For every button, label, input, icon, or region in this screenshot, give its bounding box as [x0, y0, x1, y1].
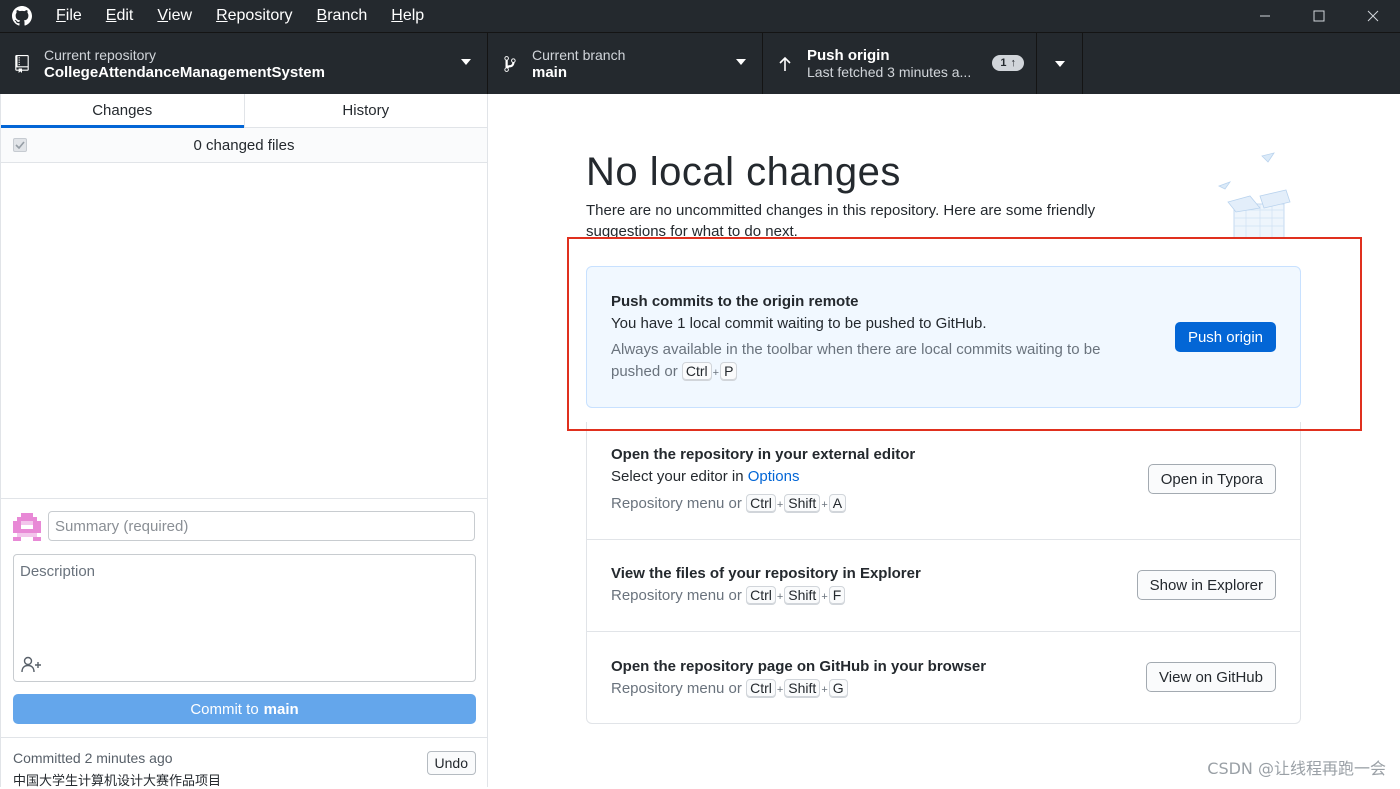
menu-view[interactable]: View	[145, 0, 204, 32]
page-subtitle: There are no uncommitted changes in this…	[586, 200, 1146, 242]
push-suggestion-card: Push commits to the origin remote You ha…	[586, 266, 1301, 408]
shortcut-key: Shift	[784, 679, 820, 698]
shortcut-key: Ctrl	[746, 679, 776, 698]
undo-button[interactable]: Undo	[427, 751, 476, 775]
shortcut-key: Ctrl	[746, 494, 776, 513]
show-in-explorer-button[interactable]: Show in Explorer	[1137, 570, 1276, 600]
push-card-title: Push commits to the origin remote	[611, 293, 859, 310]
checkmark-icon	[15, 141, 25, 149]
tab-changes[interactable]: Changes	[1, 94, 244, 127]
menu-file[interactable]: File	[44, 0, 94, 32]
chevron-down-icon	[461, 59, 471, 65]
github-row-hint: Repository menu or Ctrl+Shift+G	[611, 678, 848, 701]
commit-form: Commit tomain Committed 2 minutes ago 中国…	[1, 498, 488, 787]
view-on-github-button[interactable]: View on GitHub	[1146, 662, 1276, 692]
changed-files-list	[1, 163, 487, 497]
push-label: Push origin	[807, 47, 971, 64]
menu-help[interactable]: Help	[379, 0, 436, 32]
menu-branch[interactable]: Branch	[305, 0, 380, 32]
last-commit-time: Committed 2 minutes ago	[13, 750, 173, 766]
title-bar: File Edit View Repository Branch Help	[0, 0, 1400, 32]
github-logo-icon	[0, 0, 44, 32]
branch-name: main	[532, 64, 625, 81]
commit-summary-input[interactable]	[48, 511, 475, 541]
last-commit-panel: Committed 2 minutes ago 中国大学生计算机设计大赛作品项目…	[1, 737, 488, 788]
chevron-down-icon	[736, 59, 746, 65]
shortcut-key: Shift	[784, 586, 820, 605]
sidebar-tabs: Changes History	[1, 94, 487, 128]
arrow-up-icon	[763, 56, 807, 72]
changed-files-header: 0 changed files	[1, 128, 487, 163]
open-in-editor-button[interactable]: Open in Typora	[1148, 464, 1276, 494]
minimize-button[interactable]	[1238, 0, 1292, 32]
branch-label: Current branch	[532, 47, 625, 64]
explorer-row-hint: Repository menu or Ctrl+Shift+F	[611, 585, 845, 608]
shortcut-key: G	[829, 679, 848, 698]
editor-row-title: Open the repository in your external edi…	[611, 446, 915, 463]
repository-name: CollegeAttendanceManagementSystem	[44, 64, 325, 81]
menu-repository[interactable]: Repository	[204, 0, 304, 32]
add-coauthor-button[interactable]	[20, 655, 44, 675]
current-repository-button[interactable]: Current repository CollegeAttendanceMana…	[0, 33, 488, 94]
repo-icon	[0, 55, 44, 73]
menu-edit[interactable]: Edit	[94, 0, 146, 32]
options-link[interactable]: Options	[748, 468, 800, 485]
editor-row-description: Select your editor in Options	[611, 468, 799, 485]
minimize-icon	[1259, 10, 1271, 22]
menu-bar: File Edit View Repository Branch Help	[44, 0, 436, 32]
shortcut-key: Shift	[784, 494, 820, 513]
last-fetched-text: Last fetched 3 minutes a...	[807, 64, 971, 81]
close-icon	[1367, 10, 1379, 22]
page-title: No local changes	[586, 150, 901, 195]
close-window-button[interactable]	[1346, 0, 1400, 32]
push-card-hint: Always available in the toolbar when the…	[611, 339, 1151, 384]
sidebar: Changes History 0 changed files	[0, 94, 488, 787]
push-origin-card-button[interactable]: Push origin	[1175, 322, 1276, 352]
shortcut-key: Ctrl	[746, 586, 776, 605]
maximize-button[interactable]	[1292, 0, 1346, 32]
changed-files-count: 0 changed files	[1, 137, 487, 154]
github-suggestion-row: Open the repository page on GitHub in yo…	[587, 632, 1300, 724]
explorer-row-title: View the files of your repository in Exp…	[611, 565, 921, 582]
github-row-title: Open the repository page on GitHub in yo…	[611, 658, 986, 675]
editor-row-hint: Repository menu or Ctrl+Shift+A	[611, 493, 846, 516]
chevron-down-icon	[1055, 61, 1065, 67]
push-origin-button[interactable]: Push origin Last fetched 3 minutes a... …	[763, 33, 1037, 94]
window-controls	[1238, 0, 1400, 32]
push-dropdown-button[interactable]	[1037, 33, 1083, 94]
commit-button[interactable]: Commit tomain	[13, 694, 476, 724]
empty-state-illustration	[1216, 150, 1296, 242]
last-commit-message: 中国大学生计算机设计大赛作品项目	[13, 770, 221, 789]
ahead-count-badge: 1↑	[992, 55, 1024, 71]
editor-suggestion-row: Open the repository in your external edi…	[587, 422, 1300, 540]
suggestions-list: Open the repository in your external edi…	[586, 422, 1301, 724]
add-coauthor-icon	[21, 656, 43, 674]
watermark: CSDN @让线程再跑一会	[1207, 755, 1386, 779]
branch-icon	[488, 55, 532, 73]
toolbar: Current repository CollegeAttendanceMana…	[0, 32, 1400, 94]
shortcut-key: P	[720, 362, 737, 381]
tab-history[interactable]: History	[244, 94, 488, 127]
explorer-suggestion-row: View the files of your repository in Exp…	[587, 540, 1300, 632]
current-branch-button[interactable]: Current branch main	[488, 33, 763, 94]
main-panel: No local changes There are no uncommitte…	[488, 94, 1400, 787]
commit-description-box	[13, 554, 476, 682]
maximize-icon	[1313, 10, 1325, 22]
select-all-checkbox[interactable]	[13, 138, 27, 152]
push-card-description: You have 1 local commit waiting to be pu…	[611, 315, 987, 332]
repository-label: Current repository	[44, 47, 325, 64]
shortcut-key: Ctrl	[682, 362, 712, 381]
shortcut-key: F	[829, 586, 846, 605]
avatar-icon	[13, 513, 41, 541]
commit-description-input[interactable]	[14, 555, 475, 655]
shortcut-key: A	[829, 494, 846, 513]
